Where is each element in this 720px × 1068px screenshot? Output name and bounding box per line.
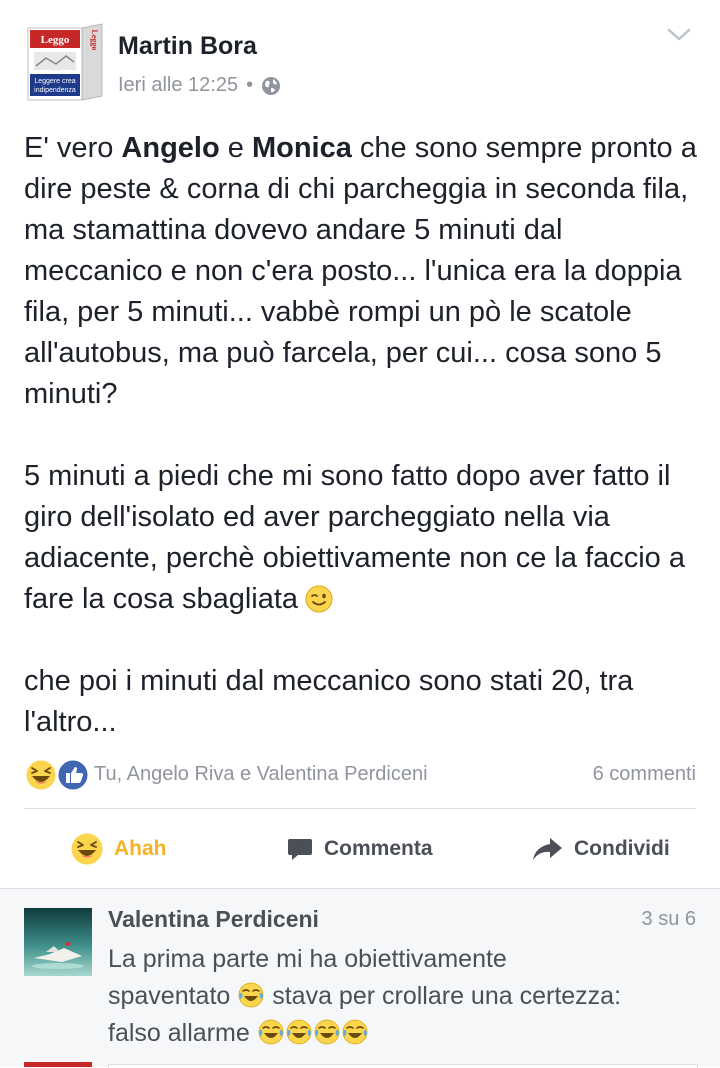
comment-line: falso allarme bbox=[108, 1015, 708, 1052]
post-author-name[interactable]: Martin Bora bbox=[118, 32, 257, 61]
mention-angelo[interactable]: Angelo bbox=[121, 132, 219, 164]
comments-count[interactable]: 6 commenti bbox=[593, 763, 696, 786]
post-paragraph-3: che poi i minuti dal meccanico sono stat… bbox=[24, 665, 634, 738]
mention-monica[interactable]: Monica bbox=[252, 132, 352, 164]
comment-label: Commenta bbox=[324, 837, 433, 860]
post-timestamp[interactable]: Ieri alle 12:25 bbox=[118, 74, 238, 97]
chevron-down-icon[interactable] bbox=[664, 24, 694, 46]
share-arrow-icon bbox=[533, 838, 562, 860]
post-paragraph-1: E' vero Angelo e Monica che sono sempre … bbox=[24, 128, 704, 415]
text-segment: falso allarme bbox=[108, 1019, 250, 1047]
post-card: Leggo Leggere crea indipendenza Leggo Ma… bbox=[0, 0, 720, 888]
divider bbox=[24, 808, 696, 809]
globe-icon bbox=[262, 76, 281, 95]
avatar-brand-text: Leggo bbox=[41, 34, 70, 46]
post-text: E' vero Angelo e Monica che sono sempre … bbox=[24, 128, 704, 743]
reactions-row[interactable]: Tu, Angelo Riva e Valentina Perdiceni 6 … bbox=[24, 756, 696, 792]
svg-text:Leggo: Leggo bbox=[90, 30, 99, 51]
share-label: Condividi bbox=[574, 837, 670, 860]
commenter-name[interactable]: Valentina Perdiceni bbox=[108, 906, 319, 933]
tears-of-joy-emoji-icon bbox=[314, 1019, 340, 1045]
reactions-summary[interactable]: Tu, Angelo Riva e Valentina Perdiceni bbox=[94, 763, 428, 786]
post-paragraph-2: 5 minuti a piedi che mi sono fatto dopo … bbox=[24, 456, 704, 620]
meta-separator: • bbox=[246, 74, 254, 96]
next-commenter-avatar[interactable] bbox=[24, 1062, 92, 1067]
haha-reaction-icon bbox=[24, 758, 58, 792]
share-button[interactable]: Condividi bbox=[530, 818, 670, 880]
commenter-avatar[interactable] bbox=[24, 908, 92, 976]
ahah-react-button[interactable]: Ahah bbox=[70, 818, 167, 880]
comment-bubble-icon bbox=[288, 839, 312, 860]
divider bbox=[0, 888, 720, 889]
action-bar: Ahah Commenta Condividi bbox=[0, 818, 720, 880]
comment-text: La prima parte mi ha obiettivamente spav… bbox=[108, 941, 708, 1052]
ahah-label: Ahah bbox=[114, 837, 167, 860]
comment-line: La prima parte mi ha obiettivamente bbox=[108, 945, 507, 973]
text-segment: E' vero bbox=[24, 132, 122, 164]
next-comment-box bbox=[108, 1064, 698, 1068]
wink-emoji-icon bbox=[305, 585, 333, 613]
tears-of-joy-emoji-icon bbox=[342, 1019, 368, 1045]
avatar-tagline-2: indipendenza bbox=[34, 87, 76, 94]
like-reaction-icon bbox=[56, 758, 90, 792]
comment-button[interactable]: Commenta bbox=[286, 818, 433, 880]
author-avatar[interactable]: Leggo Leggere crea indipendenza Leggo bbox=[24, 22, 108, 104]
tears-of-joy-emoji-icon bbox=[258, 1019, 284, 1045]
tears-of-joy-emoji-icon bbox=[286, 1019, 312, 1045]
reaction-icons bbox=[24, 757, 92, 792]
avatar-tagline-1: Leggere crea bbox=[34, 78, 75, 85]
tears-of-joy-emoji-icon bbox=[238, 982, 264, 1008]
comment-pager[interactable]: 3 su 6 bbox=[642, 908, 696, 931]
post-meta: Ieri alle 12:25 • bbox=[118, 74, 281, 97]
text-segment: stava per crollare una certezza: bbox=[272, 982, 622, 1010]
text-segment: e bbox=[219, 132, 252, 164]
comment-line: spaventato stava per crollare una certez… bbox=[108, 978, 708, 1015]
haha-emoji-icon bbox=[71, 833, 103, 865]
text-segment: che sono sempre pronto a dire peste & co… bbox=[24, 132, 697, 410]
text-segment: spaventato bbox=[108, 982, 231, 1010]
text-segment: 5 minuti a piedi che mi sono fatto dopo … bbox=[24, 460, 685, 615]
